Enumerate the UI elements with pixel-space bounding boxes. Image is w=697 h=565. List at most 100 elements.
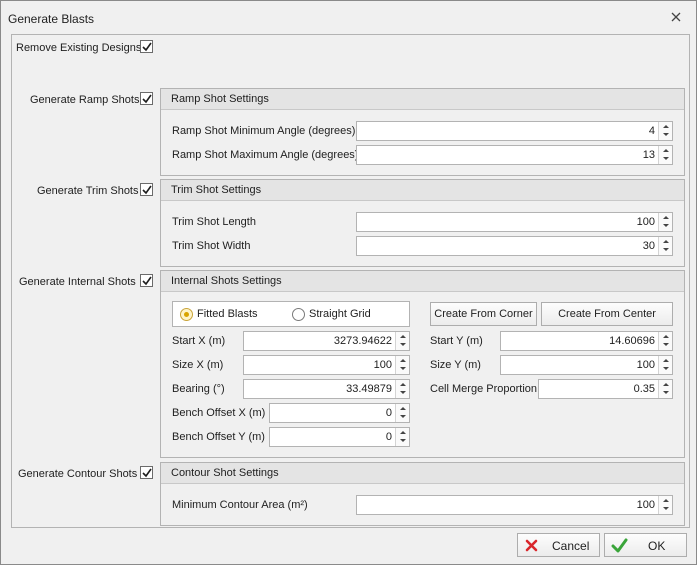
ramp-max-angle-input[interactable]: 13 (356, 145, 673, 165)
spin-buttons (658, 332, 672, 350)
spin-buttons (395, 380, 409, 398)
checkmark-icon (142, 468, 152, 478)
spin-up-button[interactable] (659, 332, 672, 341)
spin-up-button[interactable] (396, 332, 409, 341)
trim-width-input[interactable]: 30 (356, 236, 673, 256)
close-button[interactable] (669, 10, 683, 24)
close-icon (671, 12, 681, 22)
min-contour-area-input[interactable]: 100 (356, 495, 673, 515)
trim-settings-header: Trim Shot Settings (161, 180, 684, 201)
create-from-center-button[interactable]: Create From Center (541, 302, 673, 326)
spin-up-button[interactable] (396, 380, 409, 389)
dialog-body: Remove Existing Designs Generate Ramp Sh… (11, 34, 690, 528)
size-x-input[interactable]: 100 (243, 355, 410, 375)
create-from-corner-button[interactable]: Create From Corner (430, 302, 537, 326)
internal-settings-group: Internal Shots Settings Fitted Blasts St… (160, 270, 685, 458)
spin-up-button[interactable] (659, 496, 672, 505)
spin-down-button[interactable] (659, 155, 672, 164)
spin-up-button[interactable] (659, 122, 672, 131)
generate-internal-label: Generate Internal Shots (19, 276, 136, 288)
trim-width-value: 30 (642, 240, 655, 252)
cancel-icon (525, 539, 538, 552)
bench-offset-y-label: Bench Offset Y (m) (172, 431, 265, 443)
spin-up-button[interactable] (659, 380, 672, 389)
checkmark-icon (142, 185, 152, 195)
generate-ramp-checkbox[interactable] (140, 92, 153, 105)
cancel-button[interactable]: Cancel (517, 533, 600, 557)
spin-down-button[interactable] (659, 246, 672, 255)
spin-up-button[interactable] (396, 356, 409, 365)
start-x-input[interactable]: 3273.94622 (243, 331, 410, 351)
spin-down-button[interactable] (659, 389, 672, 398)
cancel-label: Cancel (552, 539, 590, 553)
checkmark-icon (142, 276, 152, 286)
size-x-value: 100 (373, 359, 392, 371)
spin-down-button[interactable] (396, 413, 409, 422)
generate-blasts-window: Generate Blasts Remove Existing Designs … (0, 0, 697, 565)
size-y-value: 100 (636, 359, 655, 371)
trim-length-input[interactable]: 100 (356, 212, 673, 232)
spin-down-button[interactable] (396, 365, 409, 374)
spin-buttons (395, 356, 409, 374)
create-from-center-label: Create From Center (558, 308, 656, 320)
spin-up-button[interactable] (396, 428, 409, 437)
spin-up-button[interactable] (396, 404, 409, 413)
ok-button[interactable]: OK (604, 533, 687, 557)
spin-up-button[interactable] (659, 146, 672, 155)
spin-buttons (658, 380, 672, 398)
create-from-corner-label: Create From Corner (434, 308, 533, 320)
generate-internal-checkbox[interactable] (140, 274, 153, 287)
min-contour-area-value: 100 (636, 499, 655, 511)
bench-offset-y-value: 0 (385, 431, 392, 443)
spin-buttons (658, 213, 672, 231)
spin-buttons (395, 404, 409, 422)
ramp-max-angle-label: Ramp Shot Maximum Angle (degrees) (172, 149, 359, 161)
spin-down-button[interactable] (396, 341, 409, 350)
bench-offset-x-input[interactable]: 0 (269, 403, 410, 423)
title-bar: Generate Blasts (1, 1, 696, 34)
spin-buttons (658, 237, 672, 255)
start-y-label: Start Y (m) (430, 335, 483, 347)
spin-buttons (658, 356, 672, 374)
spin-up-button[interactable] (659, 237, 672, 246)
trim-settings-group: Trim Shot Settings Trim Shot Length 100 … (160, 179, 685, 267)
spin-down-button[interactable] (659, 505, 672, 514)
generate-trim-checkbox[interactable] (140, 183, 153, 196)
size-x-label: Size X (m) (172, 359, 224, 371)
start-x-value: 3273.94622 (333, 335, 392, 347)
generate-ramp-label: Generate Ramp Shots (30, 94, 140, 106)
spin-down-button[interactable] (396, 389, 409, 398)
min-contour-area-label: Minimum Contour Area (m²) (172, 499, 308, 511)
contour-settings-title: Contour Shot Settings (171, 467, 279, 479)
size-y-label: Size Y (m) (430, 359, 481, 371)
start-y-input[interactable]: 14.60696 (500, 331, 673, 351)
spin-up-button[interactable] (659, 213, 672, 222)
spin-down-button[interactable] (396, 437, 409, 446)
straight-grid-label: Straight Grid (309, 308, 371, 320)
cell-merge-input[interactable]: 0.35 (538, 379, 673, 399)
bearing-input[interactable]: 33.49879 (243, 379, 410, 399)
spin-buttons (658, 496, 672, 514)
ramp-min-angle-label: Ramp Shot Minimum Angle (degrees) (172, 125, 356, 137)
ramp-settings-header: Ramp Shot Settings (161, 89, 684, 110)
spin-down-button[interactable] (659, 131, 672, 140)
straight-grid-radio[interactable] (292, 308, 305, 321)
trim-settings-title: Trim Shot Settings (171, 184, 262, 196)
checkmark-icon (142, 94, 152, 104)
spin-down-button[interactable] (659, 365, 672, 374)
spin-buttons (395, 332, 409, 350)
remove-existing-label: Remove Existing Designs (16, 42, 142, 54)
ramp-min-angle-input[interactable]: 4 (356, 121, 673, 141)
generate-contour-checkbox[interactable] (140, 466, 153, 479)
size-y-input[interactable]: 100 (500, 355, 673, 375)
remove-existing-checkbox[interactable] (140, 40, 153, 53)
internal-settings-header: Internal Shots Settings (161, 271, 684, 292)
bench-offset-y-input[interactable]: 0 (269, 427, 410, 447)
generate-contour-label: Generate Contour Shots (18, 468, 138, 480)
trim-length-label: Trim Shot Length (172, 216, 256, 228)
fitted-blasts-radio[interactable] (180, 308, 193, 321)
spin-up-button[interactable] (659, 356, 672, 365)
trim-length-value: 100 (636, 216, 655, 228)
spin-down-button[interactable] (659, 222, 672, 231)
spin-down-button[interactable] (659, 341, 672, 350)
